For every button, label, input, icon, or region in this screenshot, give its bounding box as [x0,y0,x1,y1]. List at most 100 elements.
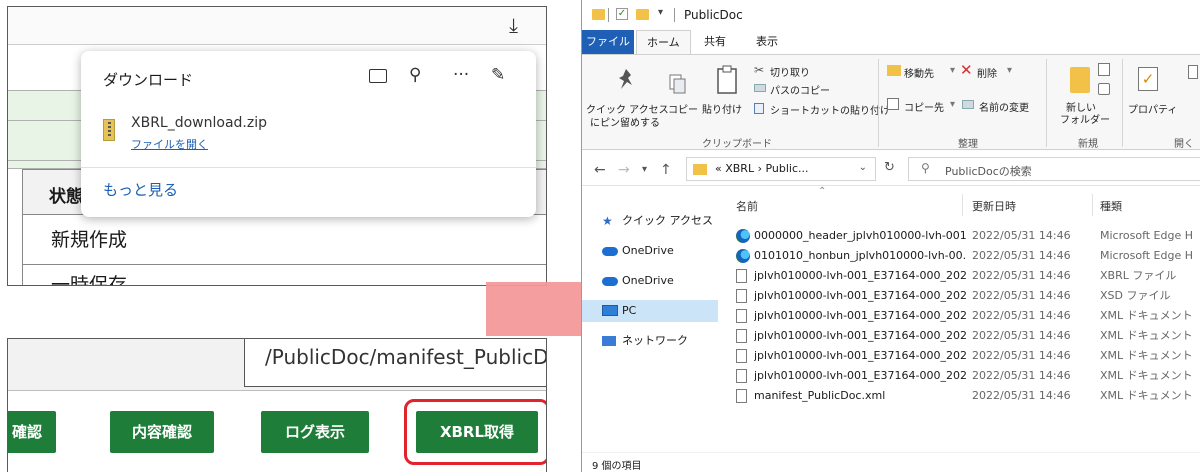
file-row[interactable]: jplvh010000-lvh-001_E37164-000_202... 202… [732,266,1200,286]
tab-share[interactable]: 共有 [694,30,736,54]
copy-path-icon[interactable] [754,84,766,92]
nav-item-label: ネットワーク [622,334,688,347]
ribbon: クイック アクセス にピン留めする コピー 貼り付け ✂ 切り取り パスのコピー… [582,54,1200,150]
column-header-type[interactable]: 種類 [1100,198,1122,214]
table-row: 新規作成 [22,215,546,265]
copy-to-dropdown-icon[interactable]: ▾ [950,99,955,110]
item-count: 9 個の項目 [592,461,642,472]
recent-dropdown-icon[interactable]: ▾ [642,164,647,175]
download-file-name[interactable]: XBRL_download.zip [131,115,267,131]
delete-icon[interactable]: ✕ [960,61,973,79]
delete-dropdown-icon[interactable]: ▾ [1007,65,1012,76]
delete-label[interactable]: 削除 [977,65,997,80]
properties-check-icon[interactable]: ✓ [616,8,628,20]
browser-page-fragment: ⤓ 状態 新規作成 一時保存 ダウンロード ⚲ ··· ✎ XBRL_downl… [7,6,547,286]
nav-item-quick-access[interactable]: ★ クイック アクセス [582,210,718,232]
open-icon[interactable] [1188,65,1198,79]
file-name: manifest_PublicDoc.xml [754,389,886,402]
more-icon[interactable]: ··· [453,65,469,85]
tab-home[interactable]: ホーム [636,30,691,55]
file-row[interactable]: 0000000_header_jplvh010000-lvh-001... 202… [732,226,1200,246]
forward-icon[interactable]: → [618,162,630,178]
column-header-modified[interactable]: 更新日時 [972,198,1016,214]
tab-view[interactable]: 表示 [746,30,788,54]
file-row[interactable]: jplvh010000-lvh-001_E37164-000_202... 202… [732,306,1200,326]
new-folder-label-2[interactable]: フォルダー [1060,111,1110,126]
address-field[interactable]: « XBRL › Public... ⌄ [686,157,876,181]
rename-label[interactable]: 名前の変更 [979,99,1029,114]
folder-icon[interactable] [369,69,387,83]
nav-item-label: PC [622,304,637,317]
file-modified-date: 2022/05/31 14:46 [972,269,1071,282]
log-view-button[interactable]: ログ表示 [261,411,369,453]
browser-toolbar: ⤓ [8,7,546,45]
properties-label[interactable]: プロパティ [1128,101,1177,116]
cut-icon[interactable]: ✂ [754,63,764,77]
column-header-name[interactable]: 名前 [736,198,758,214]
copy-label[interactable]: コピー [668,101,698,116]
address-dropdown-icon[interactable]: ⌄ [859,162,867,173]
file-row[interactable]: jplvh010000-lvh-001_E37164-000_202... 202… [732,366,1200,386]
search-icon: ⚲ [921,161,930,175]
file-type: XML ドキュメント [1100,349,1193,362]
properties-icon[interactable]: ✓ [1138,67,1158,91]
tab-file[interactable]: ファイル [582,30,634,54]
check-button[interactable]: 確認 [8,411,56,453]
new-group-label: 新規 [1078,139,1098,150]
move-to-icon[interactable] [887,65,901,76]
nav-item-pc[interactable]: PC [582,300,718,322]
file-modified-date: 2022/05/31 14:46 [972,329,1071,342]
column-divider[interactable] [962,194,963,216]
file-type: XML ドキュメント [1100,369,1193,382]
copy-path-label[interactable]: パスのコピー [770,82,830,97]
pin-icon[interactable] [616,67,636,91]
search-input[interactable]: ⚲ PublicDocの検索 [908,157,1200,181]
move-to-label[interactable]: 移動先 [904,65,934,80]
file-row[interactable]: jplvh010000-lvh-001_E37164-000_202... 202… [732,346,1200,366]
refresh-icon[interactable]: ↻ [884,160,895,175]
file-row[interactable]: jplvh010000-lvh-001_E37164-000_202... 202… [732,326,1200,346]
file-row[interactable]: 0101010_honbun_jplvh010000-lvh-00... 2022… [732,246,1200,266]
ribbon-separator [878,59,879,147]
pin-quick-access-label-2[interactable]: にピン留めする [590,114,660,129]
table-row: 一時保存 [22,265,546,285]
new-folder-icon[interactable] [636,9,649,20]
cut-label[interactable]: 切り取り [770,64,810,79]
file-row[interactable]: manifest_PublicDoc.xml 2022/05/31 14:46 XM… [732,386,1200,406]
new-item-icon[interactable] [1098,63,1110,76]
address-path[interactable]: « XBRL › Public... [715,162,809,175]
quick-access-dropdown-icon[interactable]: ▾ [658,7,663,18]
new-folder-icon[interactable] [1070,67,1090,93]
cloud-icon [602,247,618,256]
file-modified-date: 2022/05/31 14:46 [972,349,1071,362]
file-type: XML ドキュメント [1100,309,1193,322]
nav-item-network[interactable]: ネットワーク [582,330,718,352]
search-icon[interactable]: ⚲ [409,65,421,85]
see-more-link[interactable]: もっと見る [103,179,178,200]
file-modified-date: 2022/05/31 14:46 [972,309,1071,322]
pin-icon[interactable]: ✎ [491,65,505,85]
paste-label[interactable]: 貼り付け [702,101,742,116]
download-icon[interactable]: ⤓ [509,13,518,37]
move-to-dropdown-icon[interactable]: ▾ [950,65,955,76]
network-icon [602,336,616,346]
back-icon[interactable]: ← [594,162,606,178]
divider [81,167,536,168]
nav-item-onedrive-2[interactable]: OneDrive [582,270,718,292]
file-type: XBRL ファイル [1100,269,1177,282]
copy-to-label[interactable]: コピー先 [904,99,944,114]
copy-to-icon[interactable] [887,98,899,110]
nav-item-onedrive[interactable]: OneDrive [582,240,718,262]
paste-shortcut-label[interactable]: ショートカットの貼り付け [770,102,890,117]
rename-icon[interactable] [962,100,974,109]
paste-shortcut-icon[interactable] [754,103,764,114]
file-name: jplvh010000-lvh-001_E37164-000_202... [754,309,966,322]
up-icon[interactable]: ↑ [660,162,672,178]
open-file-link[interactable]: ファイルを開く [131,136,208,152]
file-row[interactable]: jplvh010000-lvh-001_E37164-000_202... 202… [732,286,1200,306]
paste-icon[interactable] [716,65,740,95]
content-check-button[interactable]: 内容確認 [110,411,214,453]
copy-icon[interactable] [668,73,688,95]
column-divider[interactable] [1092,194,1093,216]
easy-access-icon[interactable] [1098,83,1110,95]
